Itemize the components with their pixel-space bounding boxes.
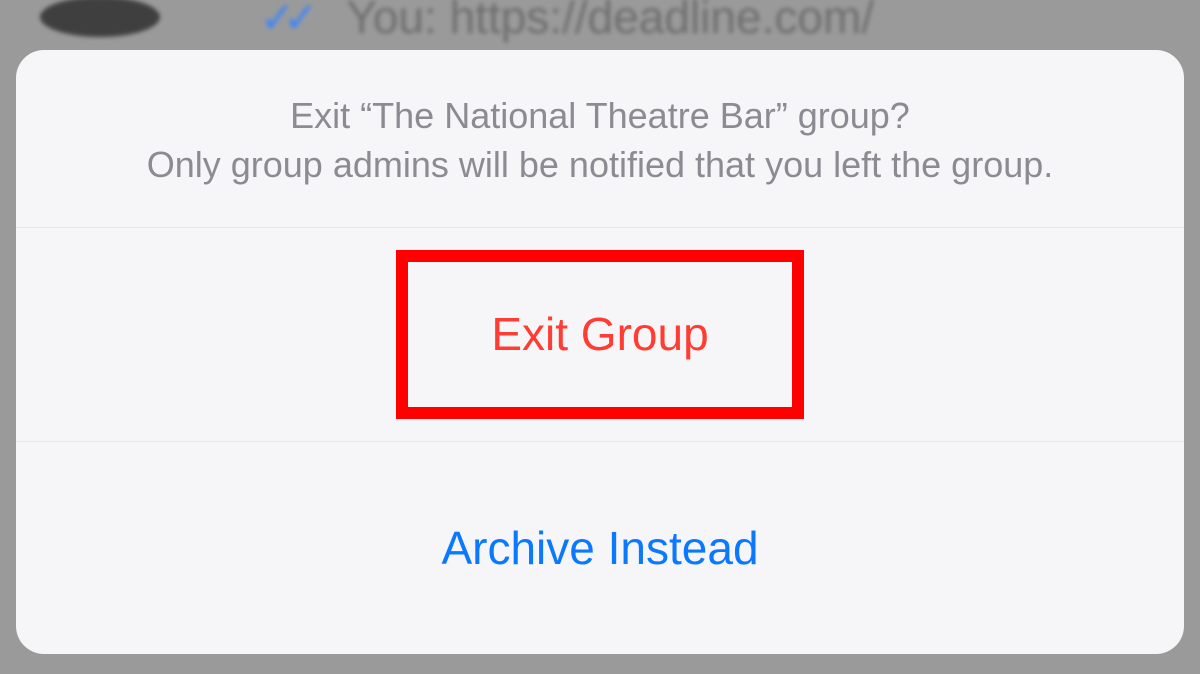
dialog-title-line: Exit “The National Theatre Bar” group? xyxy=(76,92,1124,141)
archive-instead-label: Archive Instead xyxy=(441,521,758,575)
exit-group-label: Exit Group xyxy=(491,307,708,361)
background-chat-preview: ✓✓ You: https://deadline.com/ xyxy=(0,0,1200,44)
exit-group-button[interactable]: Exit Group xyxy=(16,228,1184,440)
action-sheet: Exit “The National Theatre Bar” group? O… xyxy=(16,50,1184,654)
read-receipt-icon: ✓✓ xyxy=(260,0,306,42)
avatar xyxy=(40,0,160,37)
message-preview-text: You: https://deadline.com/ xyxy=(346,0,874,44)
dialog-subtitle-line: Only group admins will be notified that … xyxy=(76,141,1124,190)
archive-instead-button[interactable]: Archive Instead xyxy=(16,441,1184,654)
dialog-message: Exit “The National Theatre Bar” group? O… xyxy=(16,50,1184,228)
